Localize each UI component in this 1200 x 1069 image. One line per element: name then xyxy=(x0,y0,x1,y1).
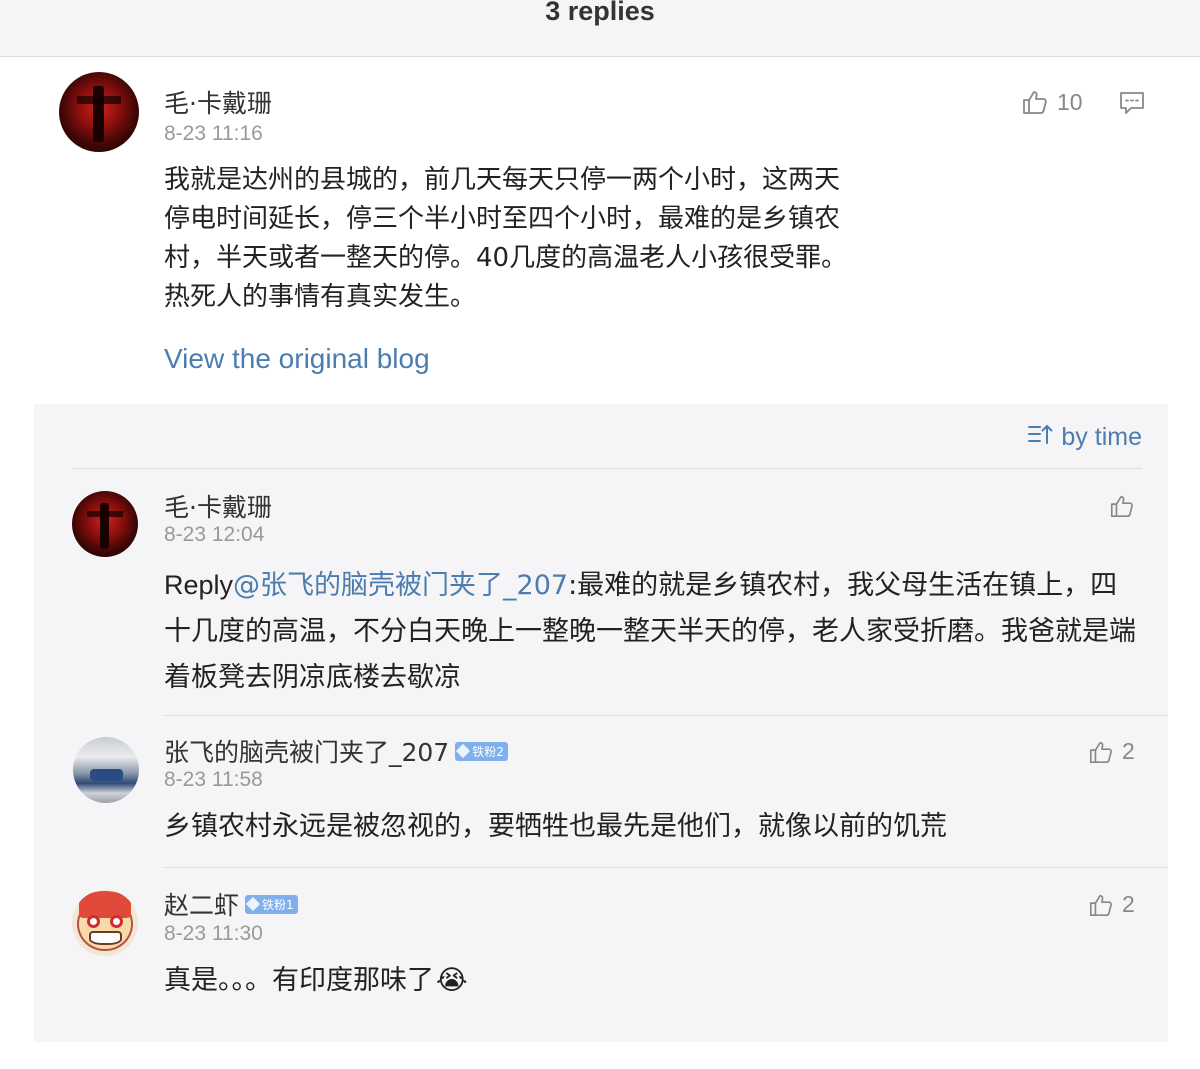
cartoon-eye xyxy=(86,915,100,929)
comment-text: 我就是达州的县城的，前几天每天只停一两个小时，这两天停电时间延长，停三个半小时至… xyxy=(164,165,848,312)
page-title: 3 replies xyxy=(545,0,655,26)
sort-label: by time xyxy=(1061,423,1142,451)
thumbs-up-icon xyxy=(1088,892,1114,918)
thumbs-up-icon xyxy=(1109,493,1135,519)
fan-badge: 铁粉2 xyxy=(455,741,508,761)
thumbs-up-icon xyxy=(1088,739,1114,765)
reply-text: 乡镇农村永远是被忽视的，要牺牲也最先是他们，就像以前的饥荒 xyxy=(164,811,947,842)
reply-username-row: 张飞的脑壳被门夹了_207 铁粉2 xyxy=(164,733,508,769)
crying-emoji-icon: 😭 xyxy=(436,965,468,996)
like-button[interactable]: 2 xyxy=(1088,891,1135,918)
view-original-blog-link[interactable]: View the original blog xyxy=(164,343,430,375)
diamond-icon xyxy=(456,743,471,759)
badge-label: 铁粉1 xyxy=(262,897,294,912)
cartoon-hat xyxy=(78,891,132,918)
comment-icon xyxy=(1118,90,1146,116)
reply-timestamp: 8-23 11:30 xyxy=(164,922,263,945)
reply-text: 真是。。。有印度那味了😭 xyxy=(164,961,1139,1000)
diamond-icon xyxy=(245,896,261,912)
cartoon-mouth xyxy=(88,930,122,946)
avatar[interactable] xyxy=(72,491,138,557)
thumbs-up-icon xyxy=(1021,88,1049,116)
comment-timestamp: 8-23 11:16 xyxy=(164,122,263,145)
sort-icon xyxy=(1027,422,1053,453)
badge-label: 铁粉2 xyxy=(472,744,504,759)
like-count: 2 xyxy=(1122,891,1135,917)
like-button[interactable] xyxy=(1109,493,1135,519)
comment-button[interactable] xyxy=(1118,90,1146,116)
like-button[interactable]: 2 xyxy=(1088,738,1135,765)
avatar[interactable] xyxy=(72,890,138,956)
reply-timestamp: 8-23 12:04 xyxy=(164,523,265,546)
reply-timestamp: 8-23 11:58 xyxy=(164,768,263,791)
like-count: 2 xyxy=(1122,738,1135,764)
comment-username[interactable]: 毛·卡戴珊 xyxy=(164,84,272,120)
fan-badge: 铁粉1 xyxy=(245,894,298,914)
avatar[interactable] xyxy=(59,72,139,152)
reply-text: Reply@张飞的脑壳被门夹了_207:最难的就是乡镇农村，我父母生活在镇上，四… xyxy=(164,562,1139,701)
divider xyxy=(164,715,1168,716)
divider xyxy=(72,468,1142,469)
reply-body: 真是。。。有印度那味了 xyxy=(164,965,434,996)
sort-by-time-button[interactable]: by time xyxy=(1027,422,1142,453)
header-bar: 3 replies xyxy=(0,0,1200,57)
mention-link[interactable]: @张飞的脑壳被门夹了_207 xyxy=(233,570,568,601)
like-count: 10 xyxy=(1057,88,1083,115)
reply-username-row: 赵二虾 铁粉1 xyxy=(164,886,298,922)
avatar[interactable] xyxy=(73,737,139,803)
divider xyxy=(164,867,1168,868)
reply-username[interactable]: 张飞的脑壳被门夹了_207 xyxy=(164,738,449,767)
like-button[interactable]: 10 xyxy=(1021,88,1083,116)
reply-username[interactable]: 毛·卡戴珊 xyxy=(164,488,272,524)
reply-prefix: Reply xyxy=(164,570,234,600)
reply-username[interactable]: 赵二虾 xyxy=(164,891,239,920)
